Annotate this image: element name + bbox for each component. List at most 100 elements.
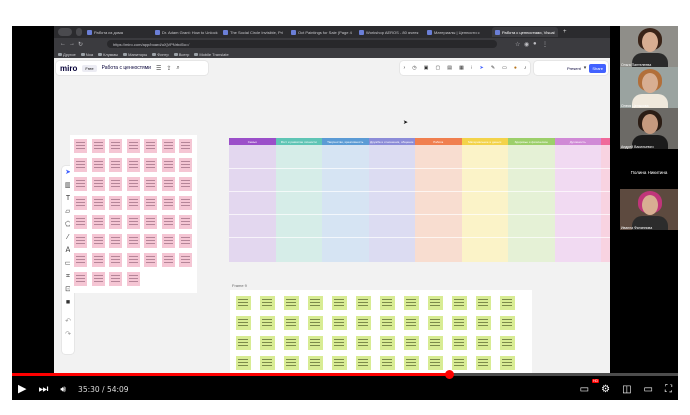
sticky-note[interactable] <box>260 316 275 330</box>
emoji-icon[interactable]: ● <box>514 65 517 71</box>
miro-logo[interactable]: miro <box>60 64 77 73</box>
bookmark-item[interactable]: Всегр <box>173 52 189 57</box>
sticky-note[interactable] <box>144 139 157 153</box>
miniplayer-icon[interactable]: ◫ <box>622 384 631 395</box>
bookmark-item[interactable]: Mobile Translate <box>194 52 229 57</box>
sticky-note[interactable] <box>284 356 299 370</box>
sticky-note[interactable] <box>91 234 105 248</box>
sticky-note[interactable] <box>161 196 175 210</box>
sticky-note[interactable] <box>91 158 105 172</box>
profile-icon[interactable]: ● <box>533 41 542 47</box>
sticky-note[interactable] <box>161 253 175 267</box>
sticky-note[interactable] <box>500 336 515 350</box>
sticky-note[interactable] <box>144 158 157 172</box>
tab[interactable]: Работа из дома <box>84 27 150 37</box>
settings-gear-icon[interactable]: ⚙ <box>601 384 610 395</box>
screen-icon[interactable]: ▢ <box>436 65 441 71</box>
sticky-note[interactable] <box>236 316 251 330</box>
sticky-note[interactable] <box>179 177 192 191</box>
sticky-note[interactable] <box>126 196 140 210</box>
sticky-note[interactable] <box>380 356 395 370</box>
tab-active[interactable]: Работа с ценностями, Visual <box>492 27 558 37</box>
sticky-note[interactable] <box>179 158 192 172</box>
sticky-note[interactable] <box>179 253 192 267</box>
values-table[interactable]: Семья Рост и развитие личности Творчество,… <box>229 138 610 262</box>
green-notes-frame[interactable] <box>230 290 532 373</box>
sticky-note[interactable] <box>91 177 105 191</box>
sticky-note[interactable] <box>126 253 140 267</box>
collapse-icon[interactable]: › <box>404 65 406 71</box>
sticky-note[interactable] <box>476 316 491 330</box>
sticky-note[interactable] <box>74 196 87 210</box>
sticky-note[interactable] <box>74 158 87 172</box>
video-player[interactable]: Работа из дома Dr. Adam Grant: How to Unl… <box>12 26 678 400</box>
bell-icon[interactable]: ♪ <box>524 65 527 71</box>
sticky-note[interactable] <box>144 253 157 267</box>
sticky-note[interactable] <box>179 215 192 229</box>
sticky-note[interactable] <box>91 196 105 210</box>
sticky-note[interactable] <box>452 296 467 310</box>
sticky-note[interactable] <box>332 336 347 350</box>
window-controls[interactable] <box>58 28 72 36</box>
sticky-note[interactable] <box>356 316 371 330</box>
sticky-note[interactable] <box>308 336 323 350</box>
participant-tile[interactable]: Олеся Целыкова <box>620 67 678 108</box>
frames-icon[interactable]: ▣ <box>424 65 429 71</box>
sticky-note[interactable] <box>109 253 122 267</box>
sticky-note[interactable] <box>332 296 347 310</box>
sticky-note[interactable] <box>260 296 275 310</box>
value-column[interactable]: Рост и развитие личности <box>275 138 322 262</box>
bookmark-item[interactable]: Финтр <box>152 52 169 57</box>
sticky-note[interactable] <box>332 316 347 330</box>
sticky-note[interactable] <box>179 139 192 153</box>
sticky-note[interactable] <box>236 356 251 370</box>
grid-icon[interactable]: ▦ <box>459 65 464 71</box>
sticky-note[interactable] <box>404 336 419 350</box>
sticky-note[interactable] <box>308 316 323 330</box>
sticky-note[interactable] <box>404 316 419 330</box>
sticky-note[interactable] <box>452 316 467 330</box>
sticky-note[interactable] <box>284 336 299 350</box>
sticky-note[interactable] <box>91 272 105 286</box>
new-tab-button[interactable]: + <box>560 27 570 37</box>
sticky-note[interactable] <box>109 139 122 153</box>
back-icon[interactable]: ← <box>60 41 69 47</box>
miro-board[interactable]: miro Free Работа с ценностями ☰ ⇪ ⌕ › ◷ … <box>54 58 610 373</box>
participant-tile[interactable]: Ольга Пантелеева <box>620 26 678 67</box>
sticky-note[interactable] <box>428 336 443 350</box>
sticky-note[interactable] <box>161 139 175 153</box>
sticky-note[interactable] <box>74 215 87 229</box>
bookmark-item[interactable]: Маниторы <box>123 52 147 57</box>
bookmark-star-icon[interactable]: ☆ <box>515 41 524 48</box>
value-column[interactable]: Семья <box>229 138 276 262</box>
sticky-note[interactable] <box>126 234 140 248</box>
upload-icon[interactable]: ⇪ <box>166 65 171 72</box>
settings-icon[interactable]: ⁝ <box>471 65 473 71</box>
sticky-note[interactable] <box>452 336 467 350</box>
tab[interactable]: The Social Circle Invisible, Pri <box>220 27 286 37</box>
sticky-note[interactable] <box>74 139 87 153</box>
value-column[interactable]: Ресурсы <box>601 138 610 262</box>
board-name[interactable]: Работа с ценностями <box>102 65 151 71</box>
sticky-note[interactable] <box>109 158 122 172</box>
sticky-note[interactable] <box>179 234 192 248</box>
plan-badge[interactable]: Free <box>82 64 97 72</box>
sticky-note[interactable] <box>500 296 515 310</box>
search-icon[interactable]: ⌕ <box>176 65 179 72</box>
sticky-note[interactable] <box>74 253 87 267</box>
timer-icon[interactable]: ◷ <box>412 65 416 71</box>
sticky-note[interactable] <box>260 356 275 370</box>
sticky-note[interactable] <box>144 196 157 210</box>
sticky-note[interactable] <box>144 177 157 191</box>
pink-notes-frame[interactable] <box>70 135 197 293</box>
sticky-note[interactable] <box>91 139 105 153</box>
comment-icon[interactable]: ▭ <box>502 65 507 71</box>
reload-icon[interactable]: ↻ <box>78 41 87 48</box>
bookmark-item[interactable]: Клуммы <box>98 52 118 57</box>
tab[interactable]: Oct Paintings for Sale (Page 4 <box>288 27 354 37</box>
sticky-note[interactable] <box>109 272 122 286</box>
extensions-icon[interactable]: ◉ <box>524 41 533 48</box>
participant-tile[interactable]: Андрей Васильевич <box>620 108 678 149</box>
play-icon[interactable]: ▶ <box>18 382 26 396</box>
sticky-note[interactable] <box>356 336 371 350</box>
